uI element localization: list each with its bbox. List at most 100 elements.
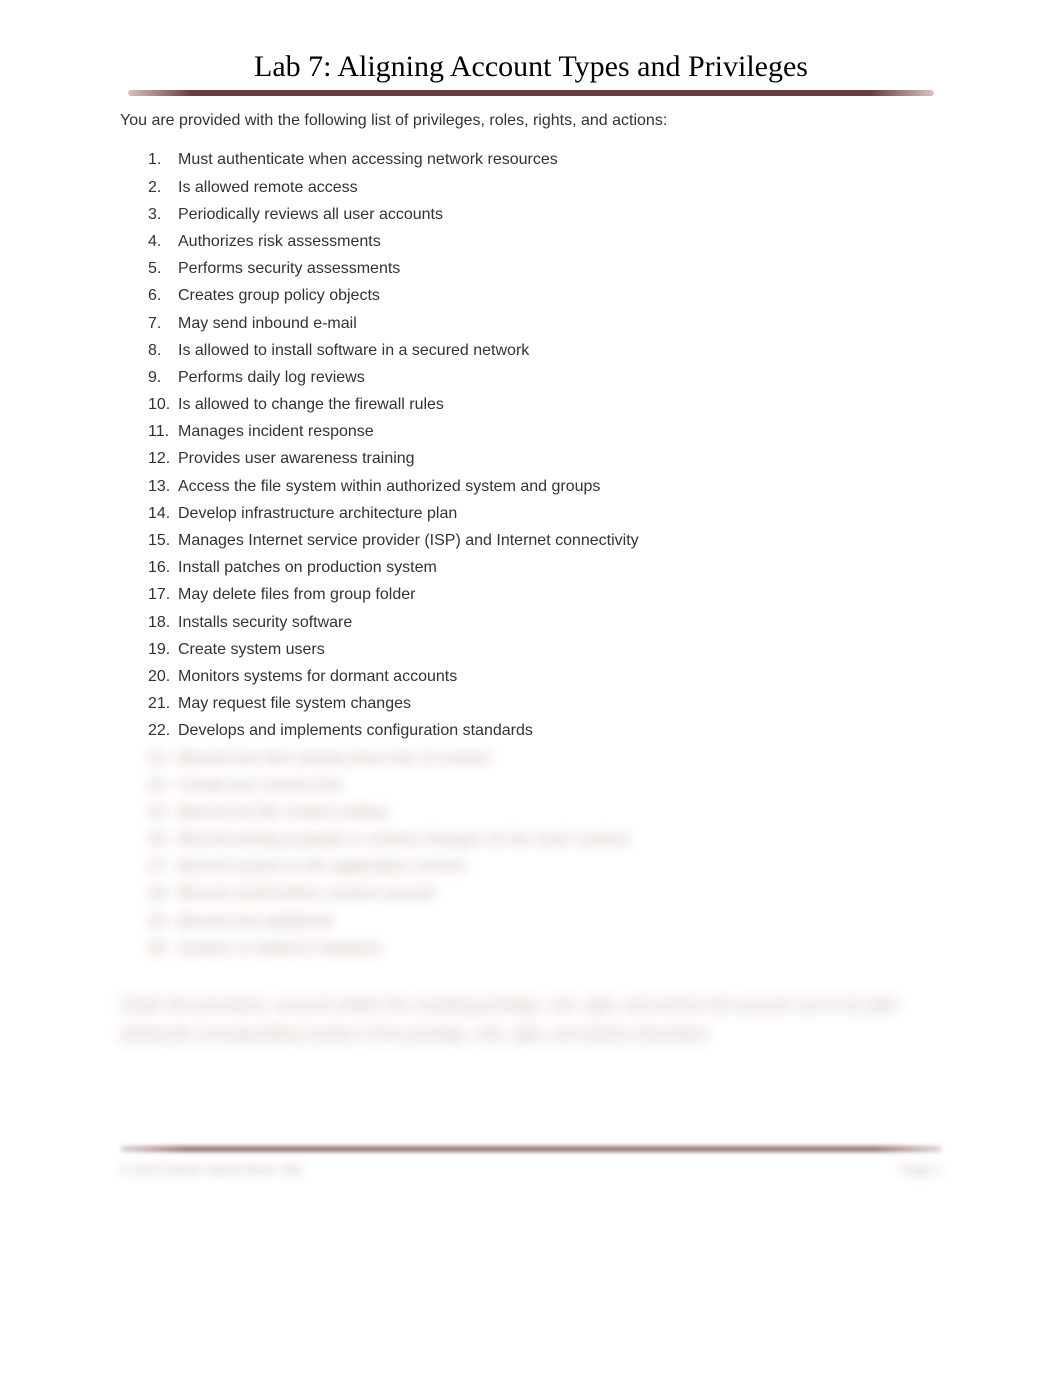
list-item-text: Performs daily log reviews [178,364,942,391]
list-item: 23.Blurred text item twenty three line o… [148,745,942,772]
list-item: 18.Installs security software [148,609,942,636]
blurred-list-section: 23.Blurred text item twenty three line o… [120,745,942,963]
title-divider [128,90,934,96]
list-item-number: 8. [148,337,178,364]
list-item-number: 18. [148,609,178,636]
privilege-list-visible: 1.Must authenticate when accessing netwo… [120,146,942,744]
list-item-text: Monitors systems for dormant accounts [178,663,942,690]
page-title: Lab 7: Aligning Account Types and Privil… [120,50,942,84]
list-item-text: May delete files from group folder [178,581,942,608]
list-item: 21.May request file system changes [148,690,942,717]
list-item-number: 23. [148,745,178,772]
footer: © 2015 Author Name Book Title Page 1 [120,1146,942,1177]
list-item-number: 27. [148,853,178,880]
list-item-text: Create system users [178,636,942,663]
list-item-text: Blurred text additional [178,908,942,935]
list-item-text: Must authenticate when accessing network… [178,146,942,173]
list-item-number: 4. [148,228,178,255]
list-item: 16.Install patches on production system [148,554,942,581]
list-item-number: 26. [148,826,178,853]
list-item-text: Manages Internet service provider (ISP) … [178,527,942,554]
list-item: 12.Provides user awareness training [148,445,942,472]
list-item-number: 17. [148,581,178,608]
list-item-text: Creates group policy objects [178,282,942,309]
list-item-text: Blurred writing example is content chang… [178,826,942,853]
list-item: 30.System is related in between [148,935,942,962]
list-item: 2.Is allowed remote access [148,174,942,201]
list-item-number: 15. [148,527,178,554]
intro-text: You are provided with the following list… [120,110,942,132]
list-item: 10.Is allowed to change the firewall rul… [148,391,942,418]
list-item: 26.Blurred writing example is content ch… [148,826,942,853]
list-item-number: 2. [148,174,178,201]
list-item-number: 6. [148,282,178,309]
list-item: 17.May delete files from group folder [148,581,942,608]
footer-left: © 2015 Author Name Book Title [120,1162,302,1177]
list-item-text: Manages incident response [178,418,942,445]
list-item-text: Blurred list file content writing [178,799,942,826]
list-item-number: 7. [148,310,178,337]
list-item: 5.Performs security assessments [148,255,942,282]
list-item-number: 3. [148,201,178,228]
list-item: 15.Manages Internet service provider (IS… [148,527,942,554]
list-item-text: May request file system changes [178,690,942,717]
list-item-number: 20. [148,663,178,690]
list-item: 19.Create system users [148,636,942,663]
list-item-number: 30. [148,935,178,962]
list-item-text: Blurred system is the application conten… [178,853,942,880]
list-item: 14.Develop infrastructure architecture p… [148,500,942,527]
list-item-text: Is allowed to change the firewall rules [178,391,942,418]
blurred-instruction-paragraph: Under the procedure, account written the… [120,992,942,1050]
list-item-text: Is allowed to install software in a secu… [178,337,942,364]
list-item-text: Performs security assessments [178,255,942,282]
list-item-text: Blurred small before content second [178,880,942,907]
list-item-number: 19. [148,636,178,663]
list-item-text: Create text content line [178,772,942,799]
list-item-text: Blurred text item twenty three line of c… [178,745,942,772]
list-item-number: 9. [148,364,178,391]
list-item-text: Periodically reviews all user accounts [178,201,942,228]
list-item-number: 14. [148,500,178,527]
list-item-number: 22. [148,717,178,744]
list-item-number: 24. [148,772,178,799]
footer-right: Page 1 [901,1162,942,1177]
list-item: 8.Is allowed to install software in a se… [148,337,942,364]
list-item-text: Provides user awareness training [178,445,942,472]
privilege-list-blurred: 23.Blurred text item twenty three line o… [120,745,942,963]
list-item-text: Develops and implements configuration st… [178,717,942,744]
list-item: 27.Blurred system is the application con… [148,853,942,880]
list-item: 6.Creates group policy objects [148,282,942,309]
list-item: 22.Develops and implements configuration… [148,717,942,744]
list-item: 24.Create text content line [148,772,942,799]
list-item: 11.Manages incident response [148,418,942,445]
list-item-text: Authorizes risk assessments [178,228,942,255]
footer-divider [120,1146,942,1152]
list-item-text: Installs security software [178,609,942,636]
list-item-text: Install patches on production system [178,554,942,581]
list-item: 20.Monitors systems for dormant accounts [148,663,942,690]
list-item: 9.Performs daily log reviews [148,364,942,391]
list-item-number: 11. [148,418,178,445]
list-item-text: Is allowed remote access [178,174,942,201]
list-item: 25.Blurred list file content writing [148,799,942,826]
list-item-number: 13. [148,473,178,500]
list-item: 1.Must authenticate when accessing netwo… [148,146,942,173]
list-item-text: System is related in between [178,935,942,962]
list-item: 3.Periodically reviews all user accounts [148,201,942,228]
list-item-number: 28. [148,880,178,907]
list-item-number: 5. [148,255,178,282]
list-item-number: 29. [148,908,178,935]
list-item-text: Develop infrastructure architecture plan [178,500,942,527]
list-item: 28.Blurred small before content second [148,880,942,907]
list-item: 13.Access the file system within authori… [148,473,942,500]
list-item-text: Access the file system within authorized… [178,473,942,500]
list-item-number: 16. [148,554,178,581]
list-item-number: 21. [148,690,178,717]
list-item-number: 10. [148,391,178,418]
list-item: 4.Authorizes risk assessments [148,228,942,255]
list-item-number: 25. [148,799,178,826]
list-item: 7.May send inbound e-mail [148,310,942,337]
list-item-text: May send inbound e-mail [178,310,942,337]
list-item: 29.Blurred text additional [148,908,942,935]
list-item-number: 12. [148,445,178,472]
